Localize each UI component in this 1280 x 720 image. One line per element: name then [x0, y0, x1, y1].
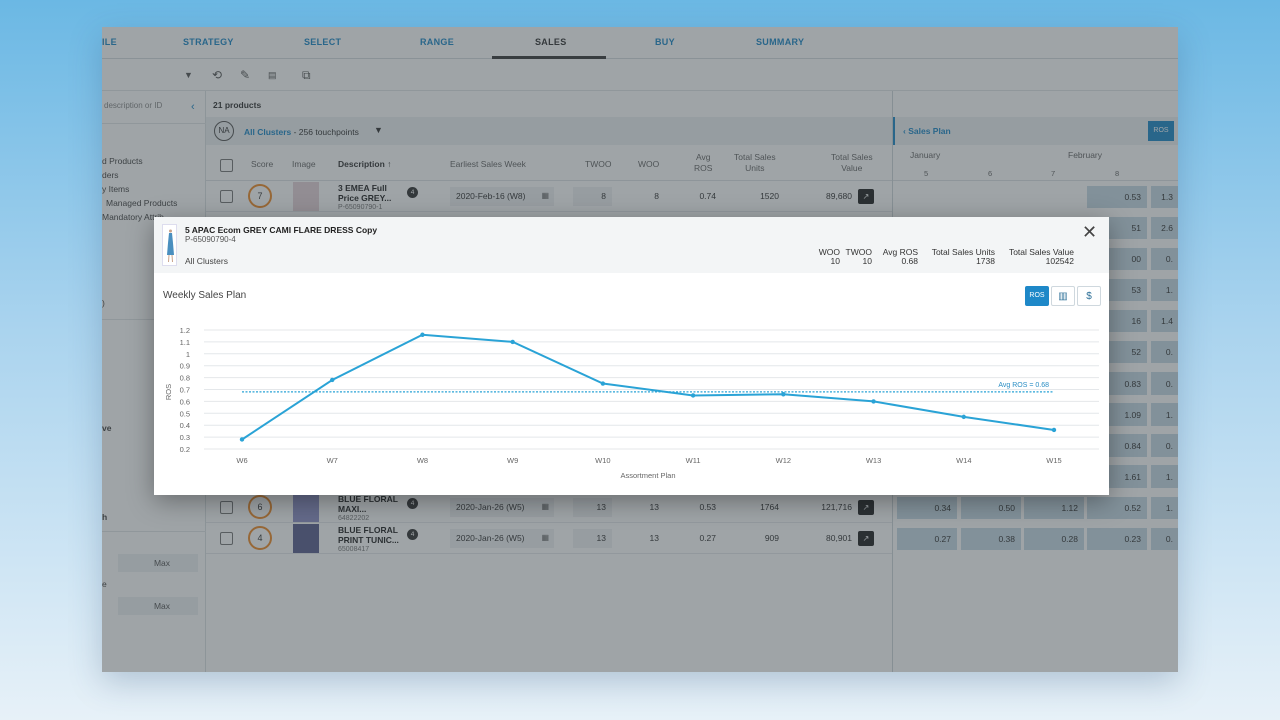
x-tick-label: W15 — [1046, 456, 1061, 465]
x-tick-label: W9 — [507, 456, 518, 465]
ros-data-point — [510, 339, 515, 345]
ros-data-point — [871, 399, 876, 404]
ros-data-point — [690, 393, 696, 398]
ros-data-point — [1051, 427, 1057, 433]
y-tick-label: 0.8 — [180, 374, 190, 383]
ros-data-point — [781, 392, 786, 397]
ros-data-point — [961, 414, 966, 420]
ros-series-line — [241, 333, 1055, 441]
y-axis-label: ROS — [164, 384, 173, 400]
y-tick-label: 1.1 — [180, 338, 190, 347]
y-tick-label: 0.2 — [180, 445, 190, 454]
y-tick-label: 0.6 — [180, 397, 190, 406]
x-tick-label: W14 — [956, 456, 971, 465]
ros-data-point — [239, 437, 245, 442]
x-tick-label: W7 — [327, 456, 338, 465]
ros-data-point — [330, 377, 335, 383]
ros-data-point — [600, 381, 606, 386]
y-tick-label: 0.7 — [180, 386, 190, 395]
x-tick-label: W10 — [595, 456, 610, 465]
weekly-sales-plan-modal: 5 APAC Ecom GREY CAMI FLARE DRESS Copy P… — [154, 217, 1109, 495]
x-tick-label: W6 — [236, 456, 247, 465]
ros-data-point — [420, 332, 425, 337]
y-tick-label: 0.5 — [180, 409, 190, 418]
x-axis-label: Assortment Plan — [620, 471, 675, 480]
x-tick-label: W8 — [417, 456, 428, 465]
y-tick-label: 1.2 — [180, 326, 190, 335]
x-tick-label: W11 — [686, 456, 701, 465]
avg-ros-label: Avg ROS = 0.68 — [998, 382, 1049, 389]
y-tick-label: 1 — [186, 350, 190, 359]
y-tick-label: 0.3 — [180, 433, 190, 442]
y-tick-label: 0.9 — [180, 362, 190, 371]
y-tick-label: 0.4 — [180, 421, 190, 430]
x-tick-label: W12 — [776, 456, 791, 465]
weekly-sales-plan-chart: 0.2 0.3 0.4 0.5 0.6 0.7 0.8 0.9 1 1.1 1.2 ROS W6 W7 W8… — [164, 326, 1099, 480]
x-tick-label: W13 — [866, 456, 881, 465]
